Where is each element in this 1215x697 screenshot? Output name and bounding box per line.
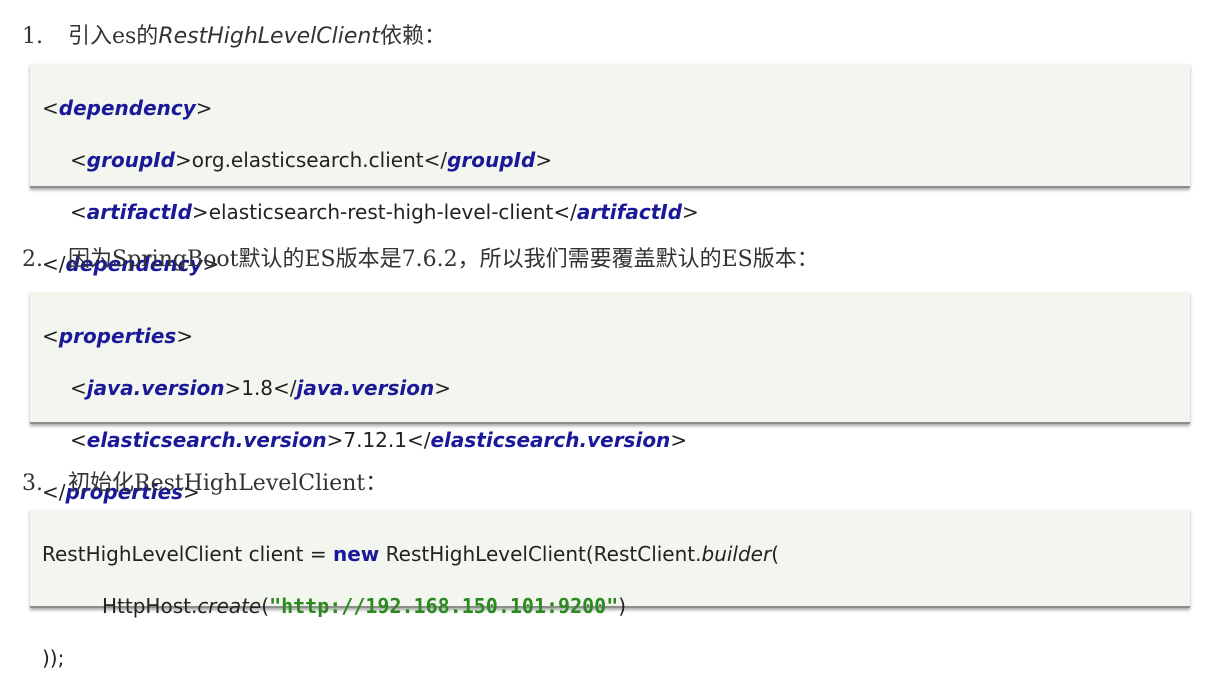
xml-tag: java.version: [296, 376, 435, 400]
code-block-dependency: <dependency> <groupId>org.elasticsearch.…: [30, 64, 1190, 276]
xml-tag: elasticsearch.version: [86, 428, 327, 452]
xml-value: 1.8: [241, 376, 274, 400]
step-2-heading: 2. 因为SpringBoot默认的ES版本是7.6.2，所以我们需要覆盖默认的E…: [22, 245, 819, 275]
code-punct: </: [423, 148, 448, 172]
code-block-client-init: RestHighLevelClient client = new RestHig…: [30, 510, 1190, 670]
step-1-prefix: 引入es的: [68, 24, 159, 49]
step-3-text: 初始化RestHighLevelClient：: [68, 471, 388, 496]
code-line: <properties>: [42, 323, 1190, 349]
xml-value: 7.12.1: [343, 428, 407, 452]
code-punct: >: [224, 376, 242, 400]
code-line: HttpHost.create("http://192.168.150.101:…: [42, 593, 1190, 619]
code-line: RestHighLevelClient client = new RestHig…: [42, 541, 1190, 567]
code-punct: >: [682, 200, 699, 224]
xml-tag: groupId: [86, 148, 175, 172]
code-punct: <: [42, 96, 59, 120]
step-3-heading: 3. 初始化RestHighLevelClient：: [22, 469, 387, 499]
code-line: <elasticsearch.version>7.12.1</elasticse…: [42, 427, 1190, 453]
xml-tag: groupId: [447, 148, 536, 172]
xml-tag: elasticsearch.version: [430, 428, 671, 452]
code-line: <artifactId>elasticsearch-rest-high-leve…: [42, 199, 1190, 225]
code-punct: <: [70, 428, 87, 452]
step-3-number: 3.: [22, 471, 43, 496]
code-punct: >: [326, 428, 344, 452]
step-1-suffix: 依赖：: [379, 24, 446, 49]
code-text: (: [261, 594, 270, 618]
step-1-emphasis: RestHighLevelClient: [158, 24, 380, 49]
step-2-text: 因为SpringBoot默认的ES版本是7.6.2，所以我们需要覆盖默认的ES版…: [68, 247, 819, 272]
java-method: create: [197, 594, 262, 618]
code-line: <java.version>1.8</java.version>: [42, 375, 1190, 401]
code-text: RestHighLevelClient client =: [42, 542, 333, 566]
code-punct: >: [176, 324, 194, 348]
code-text: ): [618, 594, 627, 618]
code-punct: </: [406, 428, 431, 452]
code-text: ));: [42, 646, 65, 670]
code-punct: >: [434, 376, 451, 400]
code-punct: </: [273, 376, 297, 400]
step-1-number: 1.: [22, 24, 43, 49]
code-punct: >: [670, 428, 688, 452]
code-text: HttpHost.: [102, 594, 198, 618]
step-1-heading: 1. 引入es的RestHighLevelClient依赖：: [22, 22, 446, 52]
java-method: builder: [701, 542, 772, 566]
code-punct: >: [191, 200, 209, 224]
xml-tag: artifactId: [576, 200, 683, 224]
code-text: RestHighLevelClient(RestClient.: [379, 542, 702, 566]
xml-tag: java.version: [86, 376, 225, 400]
xml-value: org.elasticsearch.client: [191, 148, 424, 172]
code-punct: >: [535, 148, 553, 172]
code-text: (: [771, 542, 780, 566]
java-string: "http://192.168.150.101:9200": [269, 594, 619, 618]
code-punct: <: [70, 148, 87, 172]
code-line: ));: [42, 645, 1190, 671]
code-punct: <: [70, 200, 87, 224]
code-punct: <: [70, 376, 87, 400]
xml-value: elasticsearch-rest-high-level-client: [208, 200, 554, 224]
xml-tag: artifactId: [86, 200, 192, 224]
code-punct: >: [175, 148, 192, 172]
java-keyword: new: [333, 542, 380, 566]
xml-tag: properties: [58, 324, 177, 348]
code-line: <groupId>org.elasticsearch.client</group…: [42, 147, 1190, 173]
code-punct: <: [42, 324, 59, 348]
xml-tag: dependency: [58, 96, 196, 120]
code-block-properties: <properties> <java.version>1.8</java.ver…: [30, 292, 1190, 504]
code-punct: >: [195, 96, 213, 120]
code-punct: </: [553, 200, 577, 224]
code-line: <dependency>: [42, 95, 1190, 121]
step-2-number: 2.: [22, 247, 43, 272]
